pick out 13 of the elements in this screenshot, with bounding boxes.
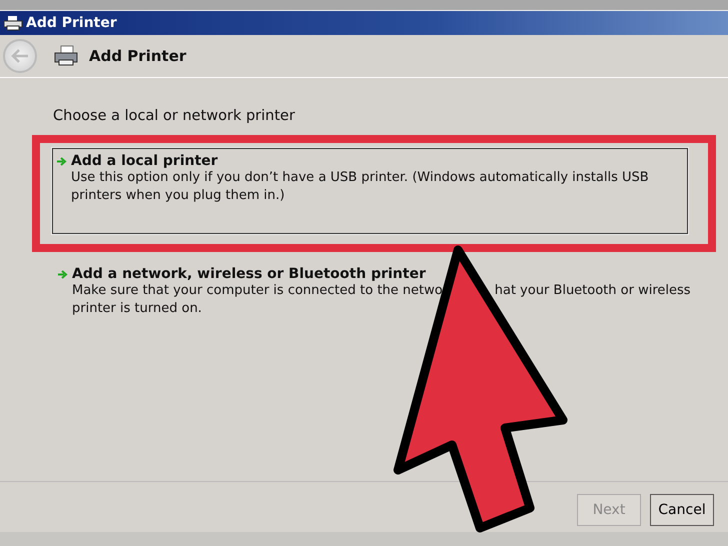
printer-option[interactable]: Add a local printer Use this option only if you don’t have a USB printer. (Windows automatically installs USB printers when you plug them in.) <box>52 148 688 234</box>
window-title: Add Printer <box>26 15 117 31</box>
dialog-button[interactable]: Cancel <box>650 494 714 526</box>
printer-option[interactable]: Add a network, wireless or Bluetooth printer Make sure that your computer is connected to the netwo hat your Bluetooth or wireless printer is turned on. <box>52 260 690 348</box>
option-description: printers when you plug them in.) <box>71 187 285 205</box>
option-title: Add a network, wireless or Bluetooth printer <box>72 266 426 282</box>
option-title: Add a local printer <box>71 153 218 169</box>
section-heading: Choose a local or network printer <box>53 108 296 124</box>
option-description: Make sure that your computer is connected to the netwo <box>72 282 443 300</box>
page-title: Add Printer <box>89 47 186 65</box>
option-description: Use this option only if you don’t have a USB printer. (Windows automatically installs USB <box>71 169 649 187</box>
option-description: hat your Bluetooth or wireless <box>494 282 691 300</box>
option-description: printer is turned on. <box>72 300 202 318</box>
